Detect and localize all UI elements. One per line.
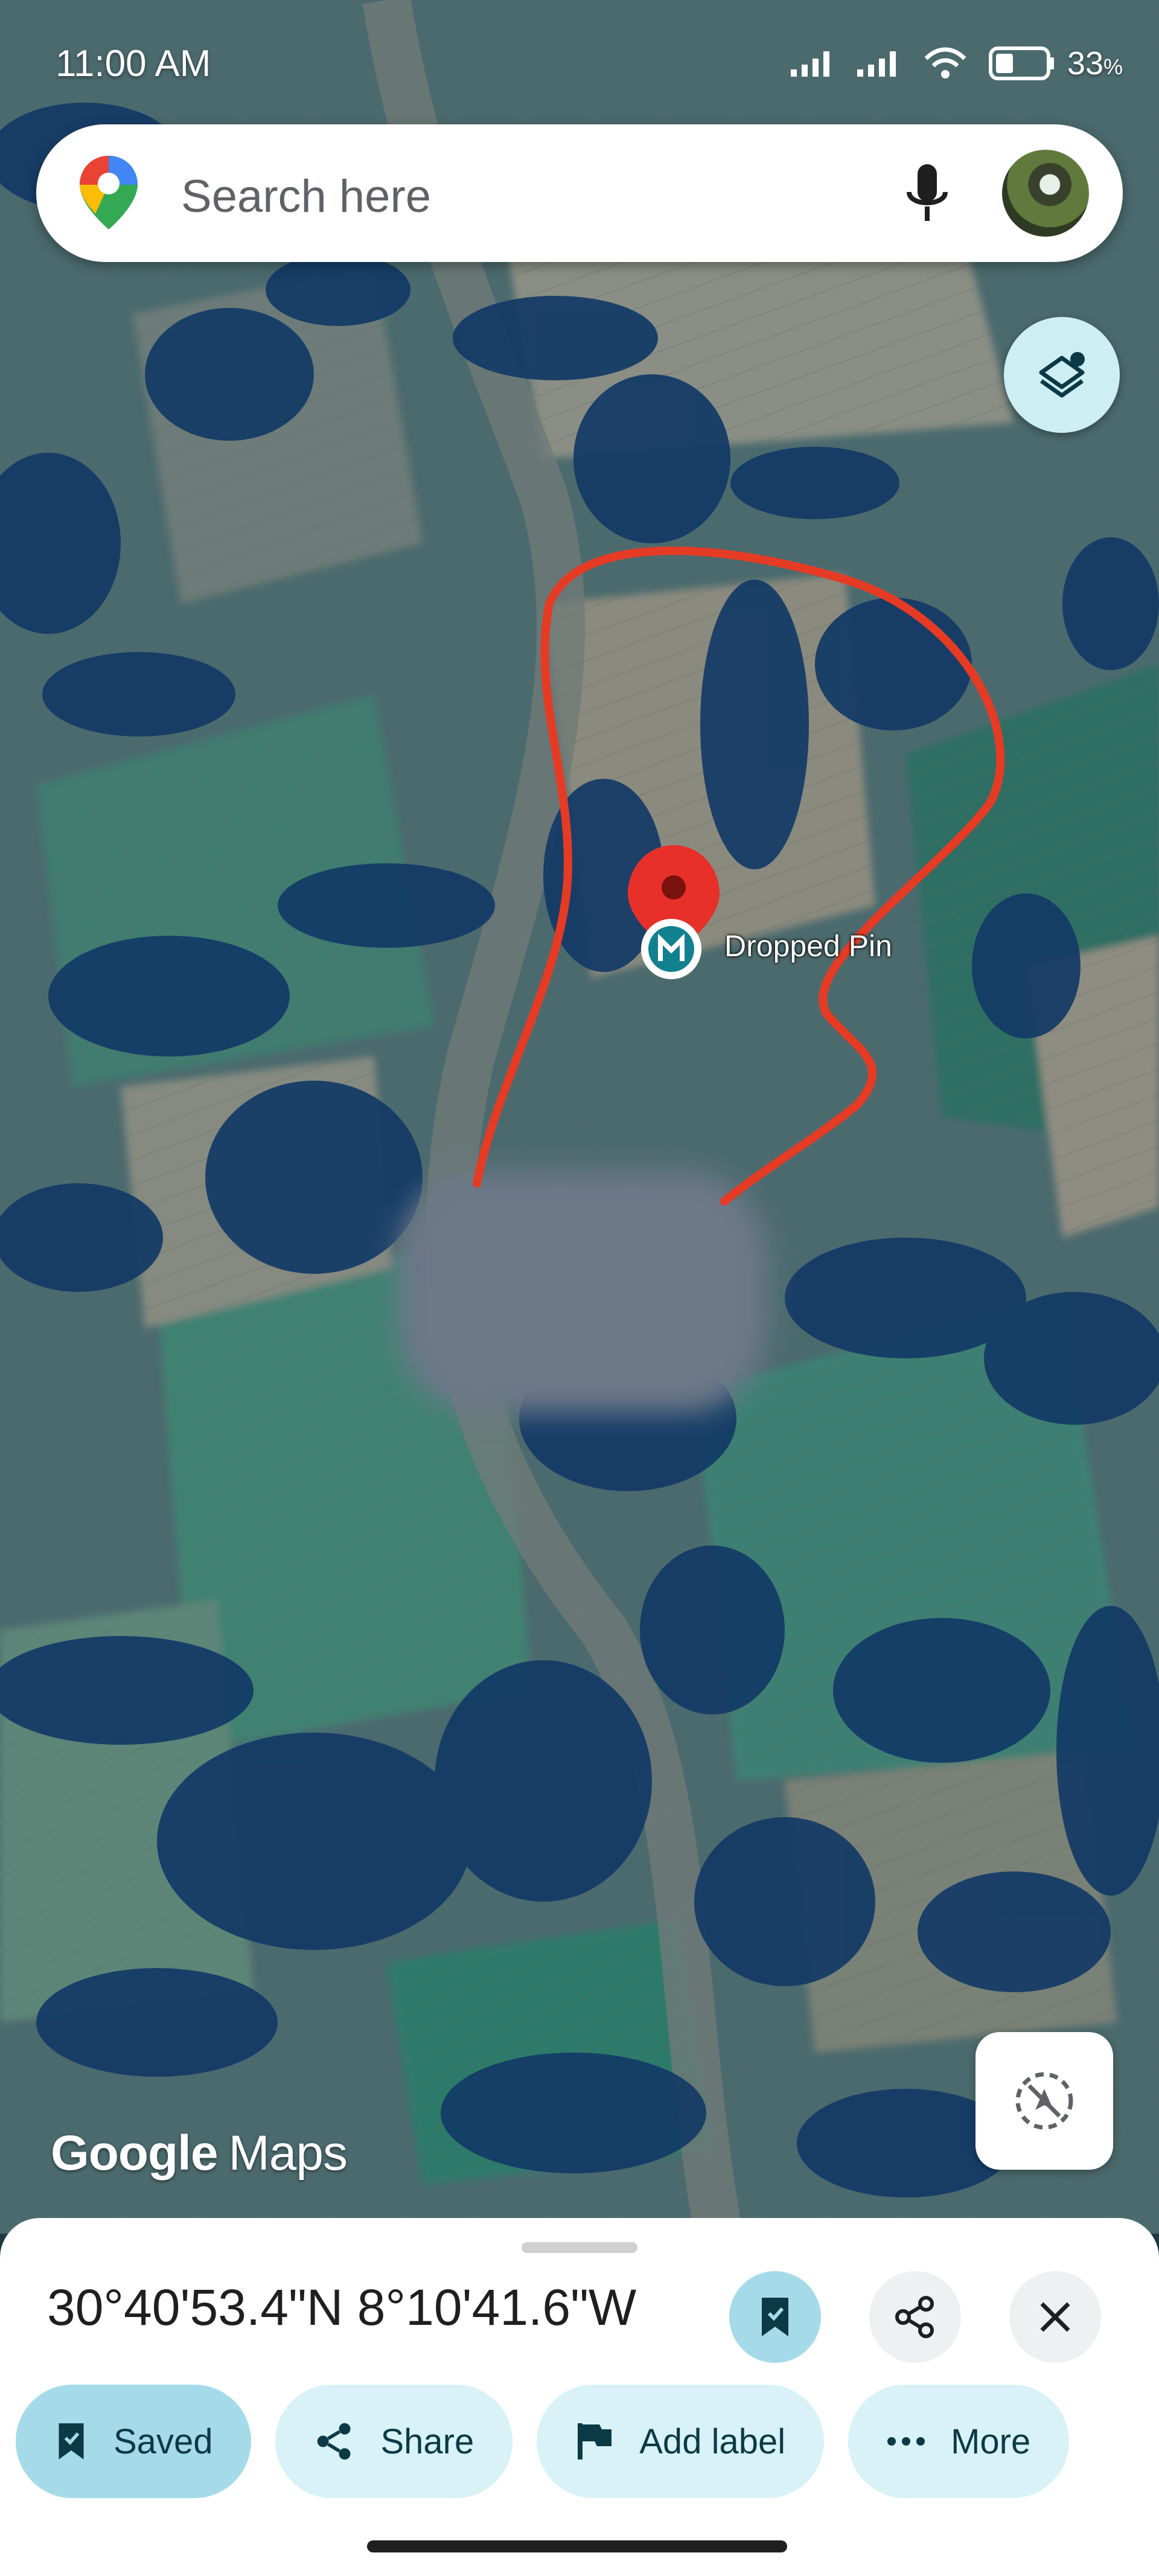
- home-indicator[interactable]: [367, 2540, 787, 2552]
- add-label-chip[interactable]: Add label: [537, 2385, 825, 2498]
- saved-chip[interactable]: Saved: [16, 2385, 252, 2498]
- close-icon: [1040, 2302, 1070, 2332]
- wifi-icon: [924, 47, 966, 78]
- signal-icon-sim2: [857, 51, 896, 77]
- search-input[interactable]: Search here: [181, 170, 431, 223]
- share-chip-label: Share: [380, 2421, 474, 2461]
- more-chip[interactable]: More: [848, 2385, 1070, 2498]
- saved-chip-label: Saved: [113, 2421, 213, 2461]
- battery-icon: [988, 46, 1054, 80]
- account-avatar[interactable]: [1002, 150, 1089, 237]
- battery-percent: 33%: [1067, 45, 1123, 82]
- bookmark-icon: [59, 2423, 84, 2459]
- flag-icon: [578, 2423, 612, 2459]
- battery-percent-value: 33: [1067, 45, 1103, 81]
- google-maps-attribution: Google Maps: [51, 2125, 348, 2182]
- share-icon: [318, 2423, 351, 2460]
- sheet-drag-handle[interactable]: [522, 2242, 637, 2253]
- status-bar: 11:00 AM 33%: [0, 0, 1159, 121]
- location-off-icon: [1015, 2072, 1073, 2130]
- more-chip-label: More: [951, 2421, 1031, 2461]
- satellite-map[interactable]: Dropped Pin Google Maps: [0, 0, 1159, 2234]
- layers-icon: [1039, 352, 1085, 398]
- my-location-button[interactable]: [975, 2032, 1113, 2170]
- place-bottom-sheet: 30°40'53.4"N 8°10'41.6"W Saved Share Add…: [0, 2218, 1159, 2576]
- search-bar[interactable]: Search here: [36, 124, 1123, 262]
- share-icon: [895, 2296, 934, 2338]
- action-chips: Saved Share Add label More: [16, 2385, 1070, 2498]
- status-icons: 33%: [790, 45, 1123, 82]
- pin-marker-icon: [641, 919, 701, 979]
- dropped-pin-label[interactable]: Dropped Pin: [724, 928, 892, 964]
- microphone-icon[interactable]: [903, 161, 951, 227]
- google-maps-logo-icon: [80, 156, 138, 229]
- blurred-region: [398, 1171, 767, 1413]
- add-label-chip-label: Add label: [639, 2421, 786, 2461]
- layers-button[interactable]: [1004, 317, 1120, 433]
- share-round-button[interactable]: [869, 2271, 961, 2363]
- status-time: 11:00 AM: [56, 43, 211, 85]
- satellite-terrain: [0, 0, 1159, 2234]
- bookmark-icon: [762, 2298, 788, 2336]
- close-button[interactable]: [1009, 2271, 1101, 2363]
- saved-bookmark-button[interactable]: [729, 2271, 821, 2363]
- attribution-product: Maps: [228, 2126, 348, 2181]
- attribution-brand: Google: [51, 2126, 218, 2181]
- coordinates-title: 30°40'53.4"N 8°10'41.6"W: [47, 2279, 637, 2336]
- more-dots-icon: [887, 2437, 925, 2446]
- share-chip[interactable]: Share: [275, 2385, 513, 2498]
- signal-icon-sim1: [790, 51, 829, 77]
- battery-percent-suffix: %: [1103, 54, 1123, 79]
